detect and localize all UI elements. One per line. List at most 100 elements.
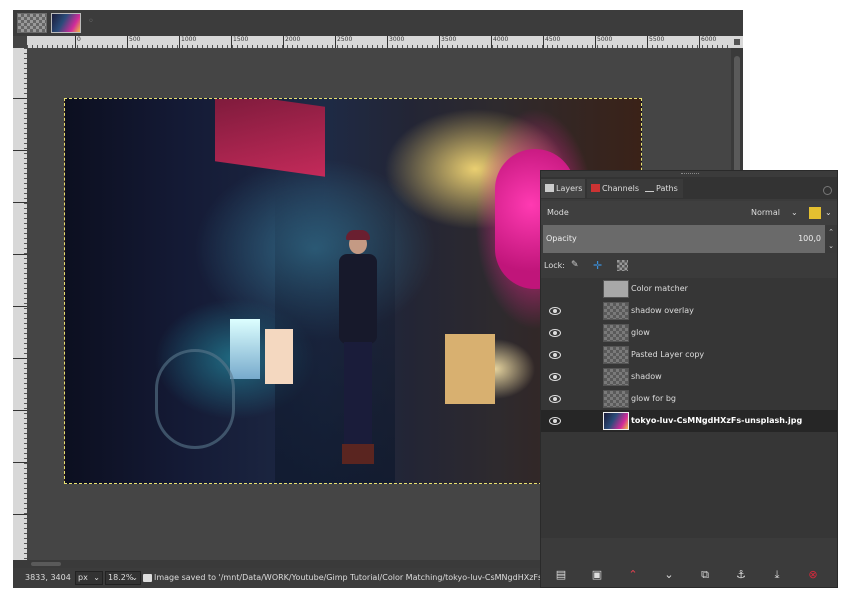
layers-icon	[545, 184, 554, 192]
dock-grip[interactable]	[681, 173, 699, 176]
layer-name: shadow overlay	[631, 306, 694, 315]
ruler-label: 1500	[233, 36, 249, 43]
lock-alpha-icon[interactable]	[617, 260, 628, 271]
merge-layer-icon[interactable]: ⤓	[769, 567, 785, 583]
anchor-layer-icon[interactable]: ⚓	[733, 567, 749, 583]
layers-dock: Layers Channels Paths Mode Normal ⌄ ⌄ Op…	[540, 170, 838, 588]
image-tab-1[interactable]	[17, 13, 47, 33]
lower-layer-icon[interactable]: ⌄	[661, 567, 677, 583]
eye-icon[interactable]	[549, 371, 561, 383]
tab-paths[interactable]: Paths	[641, 179, 683, 198]
ruler-label: 5000	[597, 36, 613, 43]
layer-toolbar: ▤ ▣ ⌃ ⌄ ⧉ ⚓ ⤓ ⊗	[541, 563, 837, 587]
tab-channels[interactable]: Channels	[587, 179, 641, 198]
person-figure	[335, 230, 381, 464]
layer-name: tokyo-luv-CsMNgdHXzFs-unsplash.jpg	[631, 416, 803, 425]
pointer-coordinates: 3833, 3404	[25, 573, 71, 582]
channels-icon	[591, 184, 600, 192]
layer-name: Pasted Layer copy	[631, 350, 705, 359]
ruler-label: 4000	[493, 36, 509, 43]
layer-name: shadow	[631, 372, 662, 381]
tab-layers[interactable]: Layers	[541, 179, 585, 198]
ruler-label: 5500	[649, 36, 665, 43]
navigate-icon	[734, 39, 740, 45]
unit-select[interactable]: px ⌄	[75, 571, 103, 585]
status-message: Image saved to '/mnt/Data/WORK/Youtube/G…	[154, 573, 598, 582]
board-shape	[445, 334, 495, 404]
mode-select[interactable]: Normal	[751, 201, 780, 225]
layer-row-selected[interactable]: tokyo-luv-CsMNgdHXzFs-unsplash.jpg	[541, 410, 837, 432]
opacity-value: 100,0	[798, 234, 821, 243]
opacity-label: Opacity	[546, 234, 577, 243]
dock-menu-icon[interactable]	[823, 186, 832, 195]
scroll-thumb[interactable]	[734, 56, 740, 176]
duplicate-layer-icon[interactable]: ⧉	[697, 567, 713, 583]
paths-icon	[645, 184, 654, 192]
chevron-down-icon: ⌄	[93, 573, 100, 582]
raise-layer-icon[interactable]: ⌃	[625, 567, 641, 583]
opacity-spinner[interactable]: ⌃ ⌄	[825, 225, 837, 253]
ruler-label: 1000	[181, 36, 197, 43]
zoom-value: 18.2%	[108, 573, 134, 582]
bicycle-shape	[155, 349, 235, 449]
close-tab-icon[interactable]: ◦	[85, 16, 97, 28]
eye-icon[interactable]	[549, 305, 561, 317]
chevron-down-icon: ⌄	[131, 573, 138, 582]
sign-shape	[230, 319, 260, 379]
quick-mask-toggle[interactable]	[13, 560, 27, 568]
layer-name: Color matcher	[631, 284, 688, 293]
ruler-label: 500	[129, 36, 141, 43]
layer-row[interactable]: Pasted Layer copy	[541, 344, 837, 366]
scroll-thumb[interactable]	[31, 562, 61, 566]
vertical-ruler[interactable]	[13, 48, 27, 560]
layer-thumbnail	[603, 412, 629, 430]
save-status-icon	[143, 574, 152, 582]
eye-icon[interactable]	[549, 415, 561, 427]
horizontal-ruler[interactable]: 0 500 1000 1500 2000 2500 3000 3500 4000…	[27, 36, 731, 48]
mode-row: Mode Normal ⌄ ⌄	[541, 201, 837, 225]
ruler-label: 3000	[389, 36, 405, 43]
layer-row[interactable]: Color matcher	[541, 278, 837, 300]
delete-layer-icon[interactable]: ⊗	[805, 567, 821, 583]
layer-thumbnail	[603, 346, 629, 364]
layer-list: Color matcher shadow overlay glow Pasted…	[541, 278, 837, 538]
lock-pixels-icon[interactable]: ✎	[571, 260, 582, 271]
lock-row: Lock: ✎ ✛	[541, 255, 837, 277]
ruler-label: 4500	[545, 36, 561, 43]
eye-icon[interactable]	[549, 349, 561, 361]
navigate-button[interactable]	[731, 36, 743, 48]
image-tab-2[interactable]	[51, 13, 81, 33]
sign-shape	[265, 329, 293, 384]
composite-mode-icon[interactable]	[809, 207, 821, 219]
layer-row[interactable]: shadow	[541, 366, 837, 388]
eye-icon[interactable]	[549, 327, 561, 339]
layer-thumbnail	[603, 324, 629, 342]
eye-icon[interactable]	[549, 393, 561, 405]
ruler-label: 2500	[337, 36, 353, 43]
lock-position-icon[interactable]: ✛	[593, 260, 604, 271]
new-layer-group-icon[interactable]: ▣	[589, 567, 605, 583]
layer-thumbnail	[603, 302, 629, 320]
layer-name: glow for bg	[631, 394, 676, 403]
layer-row[interactable]: shadow overlay	[541, 300, 837, 322]
lock-label: Lock:	[544, 261, 565, 270]
layer-thumbnail	[603, 280, 629, 298]
ruler-label: 6000	[701, 36, 717, 43]
app-root: ◦ 0 500 1000 1500 2000 2500 3000 3500 40…	[0, 0, 850, 600]
ruler-label: 2000	[285, 36, 301, 43]
image-tab-bar: ◦	[13, 10, 743, 36]
layer-name: glow	[631, 328, 650, 337]
layer-row[interactable]: glow	[541, 322, 837, 344]
mode-label: Mode	[547, 208, 569, 217]
chevron-down-icon[interactable]: ⌄	[825, 208, 832, 217]
awning-shape	[215, 99, 325, 177]
layer-thumbnail	[603, 368, 629, 386]
chevron-down-icon[interactable]: ⌄	[791, 208, 798, 217]
opacity-slider[interactable]: Opacity 100,0	[543, 225, 825, 253]
dock-tab-bar: Layers Channels Paths	[541, 177, 837, 199]
new-layer-icon[interactable]: ▤	[553, 567, 569, 583]
unit-value: px	[78, 573, 88, 582]
layer-row[interactable]: glow for bg	[541, 388, 837, 410]
zoom-select[interactable]: 18.2% ⌄	[105, 571, 141, 585]
layer-thumbnail	[603, 390, 629, 408]
